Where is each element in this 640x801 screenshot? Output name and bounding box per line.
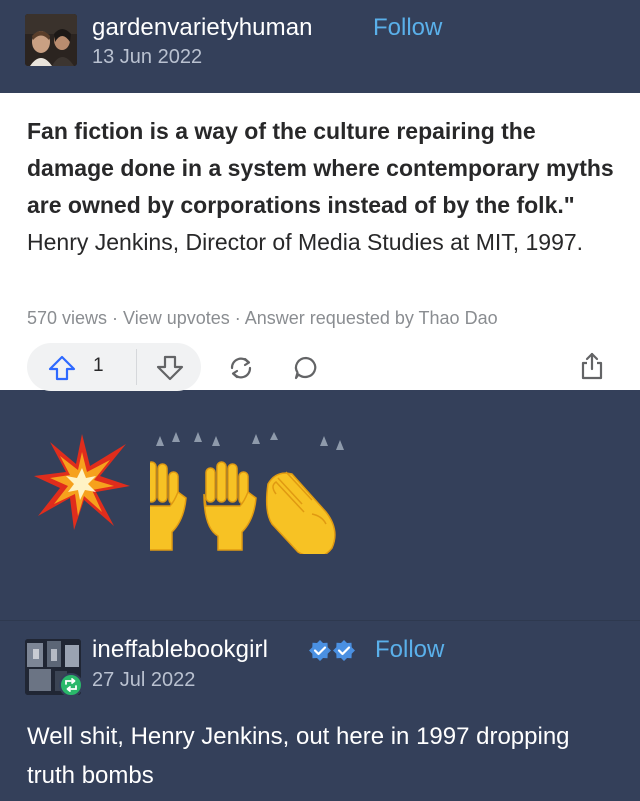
share-icon[interactable] [578,351,606,381]
raising-hands-emoji-icon [150,432,344,554]
post-body: Well shit, Henry Jenkins, out here in 19… [27,723,570,789]
reblog-badge [59,673,83,697]
post-2: ineffablebookgirl Follow 27 Jul 2022 Wel… [0,620,640,801]
collision-emoji-icon [34,434,130,530]
post-date: 13 Jun 2022 [92,46,203,68]
downvote-arrow-icon[interactable] [156,355,184,381]
verified-badge-icon [309,640,331,661]
username[interactable]: gardenvarietyhuman [92,14,313,42]
left-hand [150,461,187,551]
reshare-icon[interactable] [226,354,256,382]
comment-icon[interactable] [292,354,320,382]
reblog-icon [65,678,77,692]
verified-badge-icon [333,640,355,661]
avatar-image [25,14,77,66]
quoted-answer-card: Fan fiction is a way of the culture repa… [0,93,640,391]
upvote-count: 1 [93,355,104,376]
vote-divider [136,349,137,385]
quote-bold: Fan fiction is a way of the culture repa… [27,118,614,218]
verified-badges [309,640,355,661]
quote-attribution: Henry Jenkins, Director of Media Studies… [27,229,584,255]
clapping-hands [265,471,336,554]
post-header-1: gardenvarietyhuman Follow 13 Jun 2022 [0,0,640,92]
upvote-arrow-icon[interactable] [48,355,76,381]
username[interactable]: ineffablebookgirl [92,636,268,664]
answer-meta[interactable]: 570 views · View upvotes · Answer reques… [27,308,498,329]
follow-button[interactable]: Follow [375,636,444,664]
follow-button[interactable]: Follow [373,14,442,42]
quote-text: Fan fiction is a way of the culture repa… [27,113,622,261]
post-date: 27 Jul 2022 [92,669,196,691]
emoji-reaction-row [0,410,640,560]
avatar[interactable] [25,14,77,66]
right-hand [203,461,257,551]
